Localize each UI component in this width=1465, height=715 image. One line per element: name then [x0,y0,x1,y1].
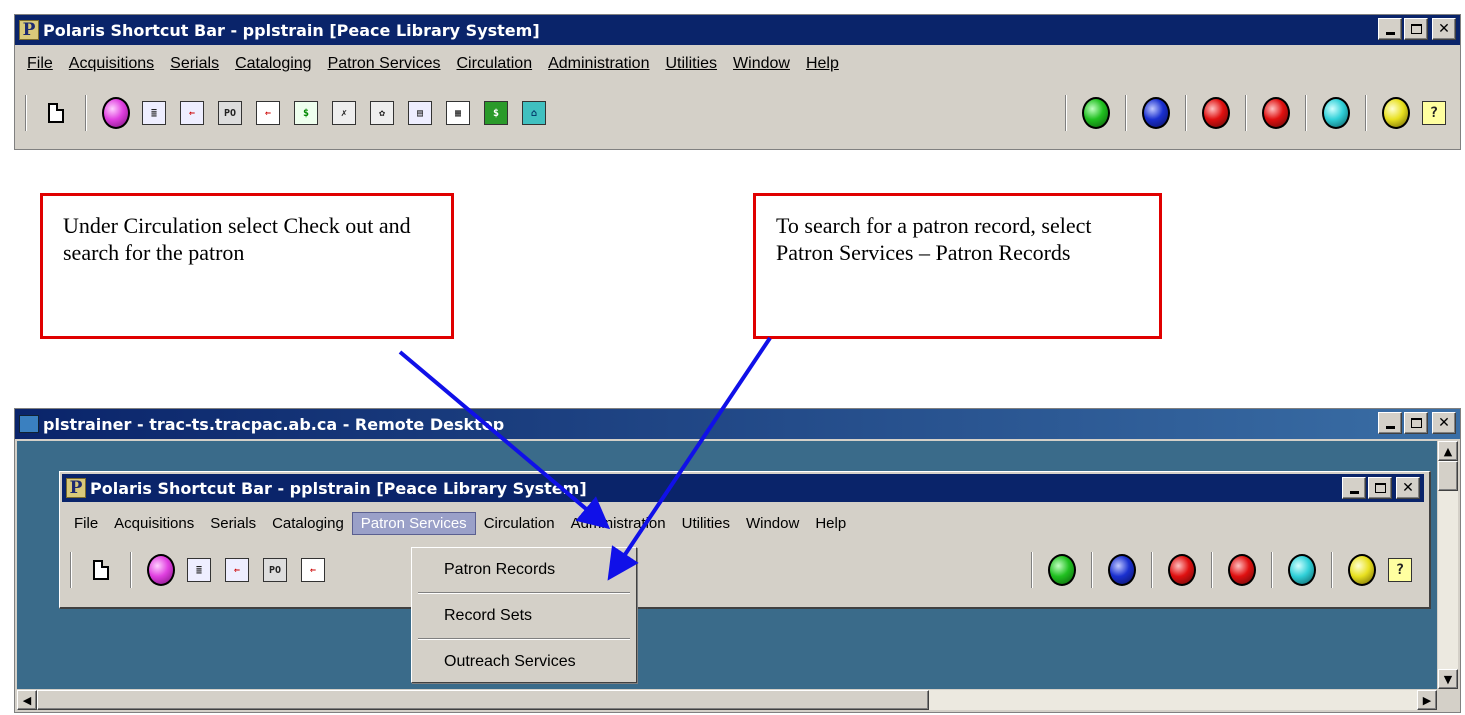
arrow-to-circulation [398,350,611,530]
arrow-to-patron-records [607,336,772,581]
annotation-arrows [398,336,772,581]
